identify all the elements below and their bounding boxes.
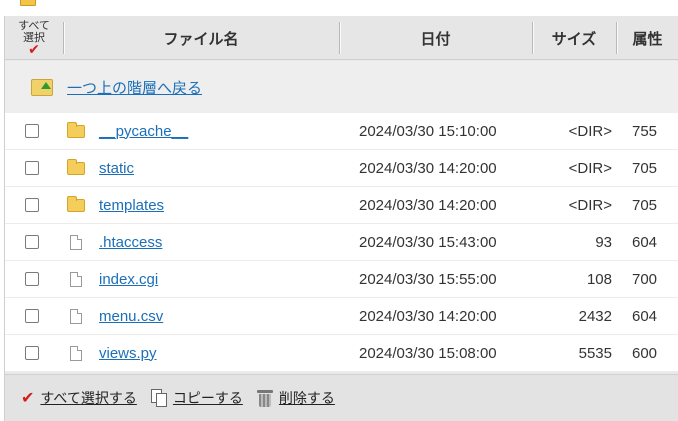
delete-link[interactable]: 削除する [279,388,335,408]
file-icon [70,234,82,250]
row-checkbox[interactable] [25,272,39,286]
file-date: 2024/03/30 15:43:00 [359,233,497,251]
file-attr: 604 [632,307,658,325]
file-date: 2024/03/30 14:20:00 [359,159,497,177]
file-size: 93 [595,233,612,251]
trash-icon [256,389,273,407]
folder-icon [67,195,85,212]
file-size: 108 [586,270,612,288]
column-header-attr[interactable]: 属性 [616,16,678,60]
file-size: 2432 [578,307,612,325]
file-attr: 700 [632,270,658,288]
parent-directory-link[interactable]: 一つ上の階層へ戻る [67,77,202,98]
delete-action[interactable]: 削除する [256,388,335,408]
file-name-link[interactable]: views.py [99,345,157,362]
file-name-link[interactable]: index.cgi [99,271,158,288]
column-header-date[interactable]: 日付 [339,16,532,60]
table-row: static 2024/03/30 14:20:00 <DIR> 705 [5,150,678,187]
file-attr: 705 [632,196,658,214]
section-heading [0,0,36,10]
file-date: 2024/03/30 14:20:00 [359,307,497,325]
file-size: <DIR> [568,196,612,214]
column-header-size[interactable]: サイズ [532,16,616,60]
file-attr: 705 [632,159,658,177]
folder-icon [20,0,36,6]
table-row: templates 2024/03/30 14:20:00 <DIR> 705 [5,187,678,224]
row-checkbox[interactable] [25,235,39,249]
file-size: <DIR> [568,122,612,140]
file-attr: 755 [632,122,658,140]
file-size: <DIR> [568,159,612,177]
file-icon [70,308,82,324]
file-attr: 600 [632,344,658,362]
column-header-name[interactable]: ファイル名 [63,16,339,60]
file-name-link[interactable]: .htaccess [99,234,162,251]
checkmark-icon: ✔ [21,388,35,407]
file-date: 2024/03/30 15:55:00 [359,270,497,288]
folder-up-icon[interactable] [31,78,53,96]
row-checkbox[interactable] [25,346,39,360]
table-row: views.py 2024/03/30 15:08:00 5535 600 [5,335,678,372]
folder-icon [67,121,85,138]
folder-icon [67,158,85,175]
row-checkbox[interactable] [25,161,39,175]
file-date: 2024/03/30 15:08:00 [359,344,497,362]
table-row: index.cgi 2024/03/30 15:55:00 108 700 [5,261,678,298]
copy-link[interactable]: コピーする [173,388,243,408]
copy-action[interactable]: コピーする [150,388,243,408]
file-name-link[interactable]: static [99,160,134,177]
file-name-link[interactable]: templates [99,197,164,214]
table-row: __pycache__ 2024/03/30 15:10:00 <DIR> 75… [5,113,678,150]
file-name-link[interactable]: __pycache__ [99,123,188,140]
copy-icon [150,389,167,407]
table-row: .htaccess 2024/03/30 15:43:00 93 604 [5,224,678,261]
table-row: menu.csv 2024/03/30 14:20:00 2432 604 [5,298,678,335]
row-checkbox[interactable] [25,309,39,323]
row-checkbox[interactable] [25,124,39,138]
file-date: 2024/03/30 15:10:00 [359,122,497,140]
file-icon [70,345,82,361]
file-manager-panel: すべて 選択 ✔ ファイル名 日付 サイズ 属性 一つ上の階層へ戻る __pyc… [4,16,678,421]
table-header: すべて 選択 ✔ ファイル名 日付 サイズ 属性 [5,16,678,60]
row-checkbox[interactable] [25,198,39,212]
file-list: __pycache__ 2024/03/30 15:10:00 <DIR> 75… [5,113,678,372]
file-attr: 604 [632,233,658,251]
file-name-link[interactable]: menu.csv [99,308,163,325]
file-date: 2024/03/30 14:20:00 [359,196,497,214]
parent-directory-row: 一つ上の階層へ戻る [5,61,678,113]
select-all-link[interactable]: すべて選択する [40,388,136,408]
select-all-header[interactable]: すべて 選択 ✔ [5,16,63,60]
file-icon [70,271,82,287]
file-size: 5535 [578,344,612,362]
action-bar: ✔ すべて選択する コピーする 削除する [5,374,678,421]
checkmark-icon: ✔ [28,42,40,58]
select-all-action[interactable]: ✔ すべて選択する [21,388,137,408]
